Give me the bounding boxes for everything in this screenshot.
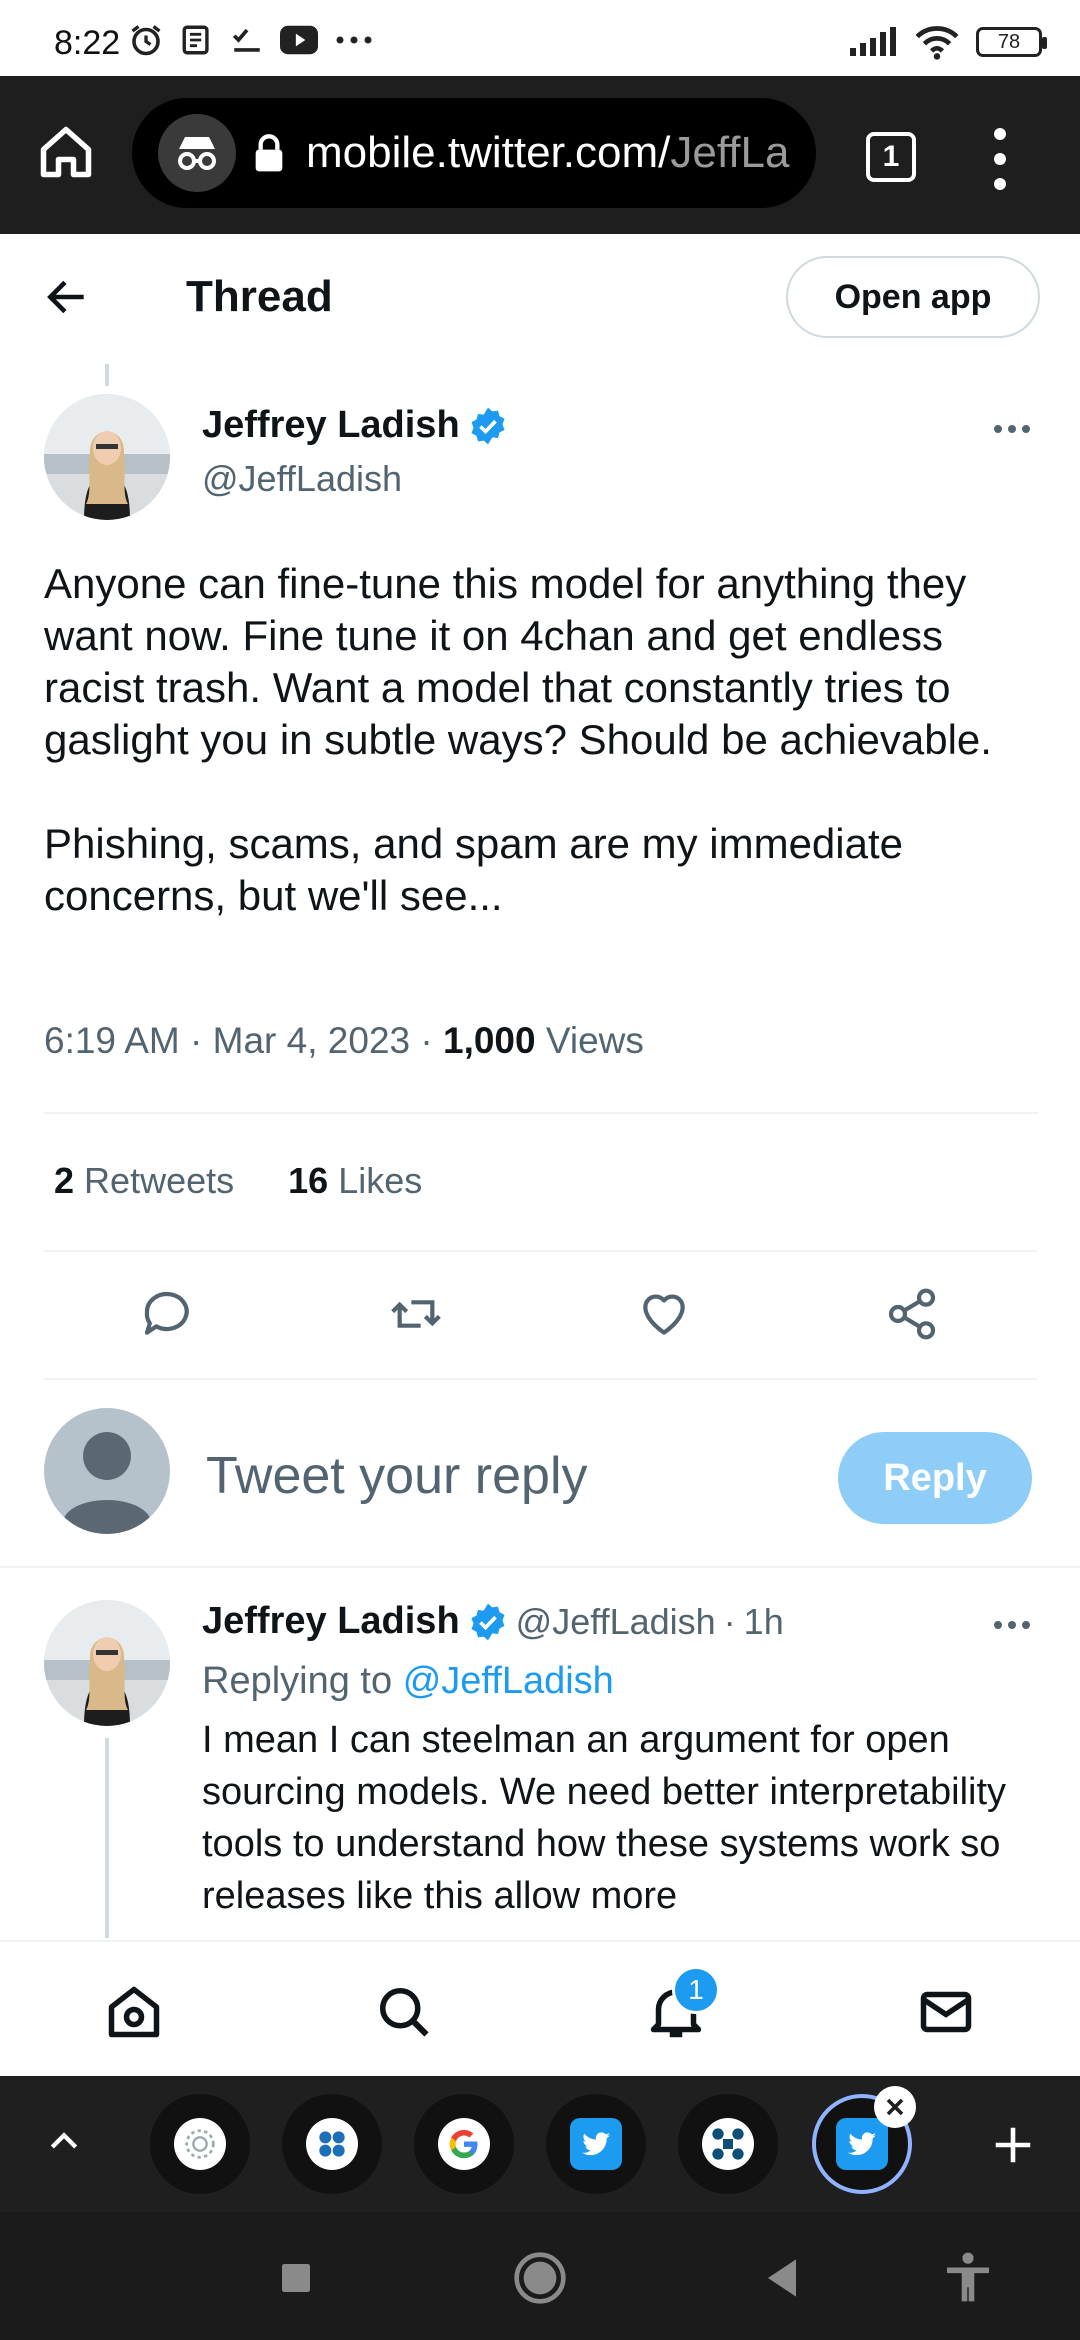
divider	[44, 1250, 1038, 1252]
bottom-nav: 1	[0, 1940, 1080, 2076]
chevron-up-icon[interactable]	[44, 2122, 84, 2162]
status-notification-icons	[128, 22, 374, 58]
reply-author-avatar[interactable]	[44, 1600, 170, 1726]
tab-switcher-button[interactable]: 1	[866, 132, 916, 182]
reply-author-handle[interactable]: @JeffLadish	[516, 1601, 716, 1643]
browser-toolbar: mobile.twitter.com/JeffLa 1	[0, 76, 1080, 234]
accessibility-icon[interactable]	[940, 2250, 996, 2306]
openai-icon	[174, 2118, 226, 2170]
incognito-icon[interactable]	[158, 114, 236, 192]
notifications-badge: 1	[672, 1966, 720, 2014]
replying-to: Replying to @JeffLadish	[202, 1660, 614, 1703]
tweet-text: Anyone can fine-tune this model for anyt…	[44, 560, 992, 919]
author-avatar[interactable]	[44, 394, 170, 520]
app-twitter[interactable]	[546, 2094, 646, 2194]
reply-icon[interactable]	[138, 1286, 198, 1342]
views-label: Views	[545, 1020, 644, 1061]
reply-more-icon[interactable]	[992, 1619, 1032, 1631]
thread-connector	[105, 364, 109, 386]
app-google[interactable]	[414, 2094, 514, 2194]
browser-menu-icon[interactable]	[990, 124, 1010, 194]
url-text: mobile.twitter.com/JeffLa	[306, 128, 806, 178]
home-icon[interactable]	[36, 122, 96, 182]
reply-age[interactable]: 1h	[744, 1601, 784, 1643]
status-bar: 8:22 78	[0, 0, 1080, 76]
thread-connector	[105, 1738, 109, 1938]
thread-header: Thread Open app	[0, 234, 1080, 360]
open-app-button[interactable]: Open app	[786, 256, 1040, 338]
nav-messages-icon[interactable]	[916, 1982, 976, 2042]
status-system-icons: 78	[848, 24, 1047, 60]
status-time: 8:22	[54, 24, 121, 62]
back-arrow-icon[interactable]	[42, 272, 92, 322]
like-icon[interactable]	[634, 1286, 694, 1342]
retweets-label: Retweets	[84, 1160, 235, 1201]
lock-icon	[255, 134, 283, 172]
address-bar[interactable]: mobile.twitter.com/JeffLa	[132, 98, 816, 208]
reply-separator: ·	[723, 1600, 736, 1642]
divider	[44, 1378, 1038, 1380]
wifi-icon	[915, 26, 959, 60]
retweets-count: 2	[54, 1160, 75, 1201]
author-handle[interactable]: @JeffLadish	[202, 458, 402, 500]
likes-label: Likes	[338, 1160, 423, 1201]
user-avatar	[44, 1408, 170, 1534]
close-app-icon[interactable]	[874, 2086, 916, 2128]
reply-tweet-header: Jeffrey Ladish @JeffLadish · 1h	[202, 1600, 784, 1643]
divider	[44, 1112, 1038, 1114]
app-dots[interactable]	[282, 2094, 382, 2194]
verified-badge-icon	[471, 1603, 505, 1640]
replying-to-link[interactable]: @JeffLadish	[403, 1660, 614, 1702]
dots-app-icon	[306, 2118, 358, 2170]
nav-search-icon[interactable]	[374, 1982, 434, 2042]
tweet-more-icon[interactable]	[992, 423, 1032, 435]
reply-tweet-text: I mean I can steelman an argument for op…	[202, 1719, 1007, 1917]
tweet-meta: 6:19 AM · Mar 4, 2023 · 1,000 Views	[44, 1020, 644, 1062]
tweet-time[interactable]: 6:19 AM	[44, 1020, 180, 1061]
back-triangle-icon[interactable]	[754, 2250, 810, 2306]
likes-count: 16	[288, 1160, 329, 1201]
checklist-icon	[232, 28, 260, 52]
app-switcher-strip	[0, 2076, 1080, 2212]
url-host: mobile.twitter.com/	[306, 128, 671, 177]
drone-app-icon	[702, 2118, 754, 2170]
battery-indicator: 78	[976, 27, 1047, 57]
home-circle-icon[interactable]	[512, 2250, 568, 2306]
retweets-stat[interactable]: 2 Retweets	[54, 1160, 234, 1202]
google-icon	[438, 2118, 490, 2170]
more-notifications-icon	[336, 36, 372, 44]
reply-author-name[interactable]: Jeffrey Ladish	[202, 1600, 460, 1643]
url-path: JeffLa	[670, 128, 790, 177]
meta-separator: ·	[410, 1020, 443, 1061]
add-app-icon[interactable]	[990, 2122, 1036, 2168]
divider	[0, 1566, 1080, 1568]
tweet-date[interactable]: Mar 4, 2023	[213, 1020, 410, 1061]
app-openai[interactable]	[150, 2094, 250, 2194]
signal-icon	[850, 27, 896, 56]
meta-separator: ·	[179, 1020, 213, 1061]
page-title: Thread	[186, 272, 333, 321]
tweet-stats: 2 Retweets 16 Likes	[54, 1160, 422, 1202]
retweet-icon[interactable]	[386, 1286, 446, 1342]
replying-prefix: Replying to	[202, 1660, 393, 1702]
news-icon	[182, 25, 209, 55]
app-drone[interactable]	[678, 2094, 778, 2194]
system-nav-bar	[0, 2212, 1080, 2340]
verified-badge-icon	[471, 407, 505, 444]
nav-home-icon[interactable]	[104, 1982, 164, 2042]
reply-button[interactable]: Reply	[838, 1432, 1032, 1524]
recents-square-icon[interactable]	[268, 2250, 324, 2306]
share-icon[interactable]	[882, 1286, 942, 1342]
author-name-text: Jeffrey Ladish	[202, 404, 460, 446]
alarm-icon	[131, 25, 161, 56]
author-name[interactable]: Jeffrey Ladish	[202, 404, 508, 447]
reply-input[interactable]: Tweet your reply	[206, 1446, 588, 1506]
youtube-icon	[280, 25, 318, 55]
likes-stat[interactable]: 16 Likes	[288, 1160, 422, 1202]
views-count: 1,000	[443, 1020, 536, 1061]
twitter-icon	[570, 2118, 622, 2170]
